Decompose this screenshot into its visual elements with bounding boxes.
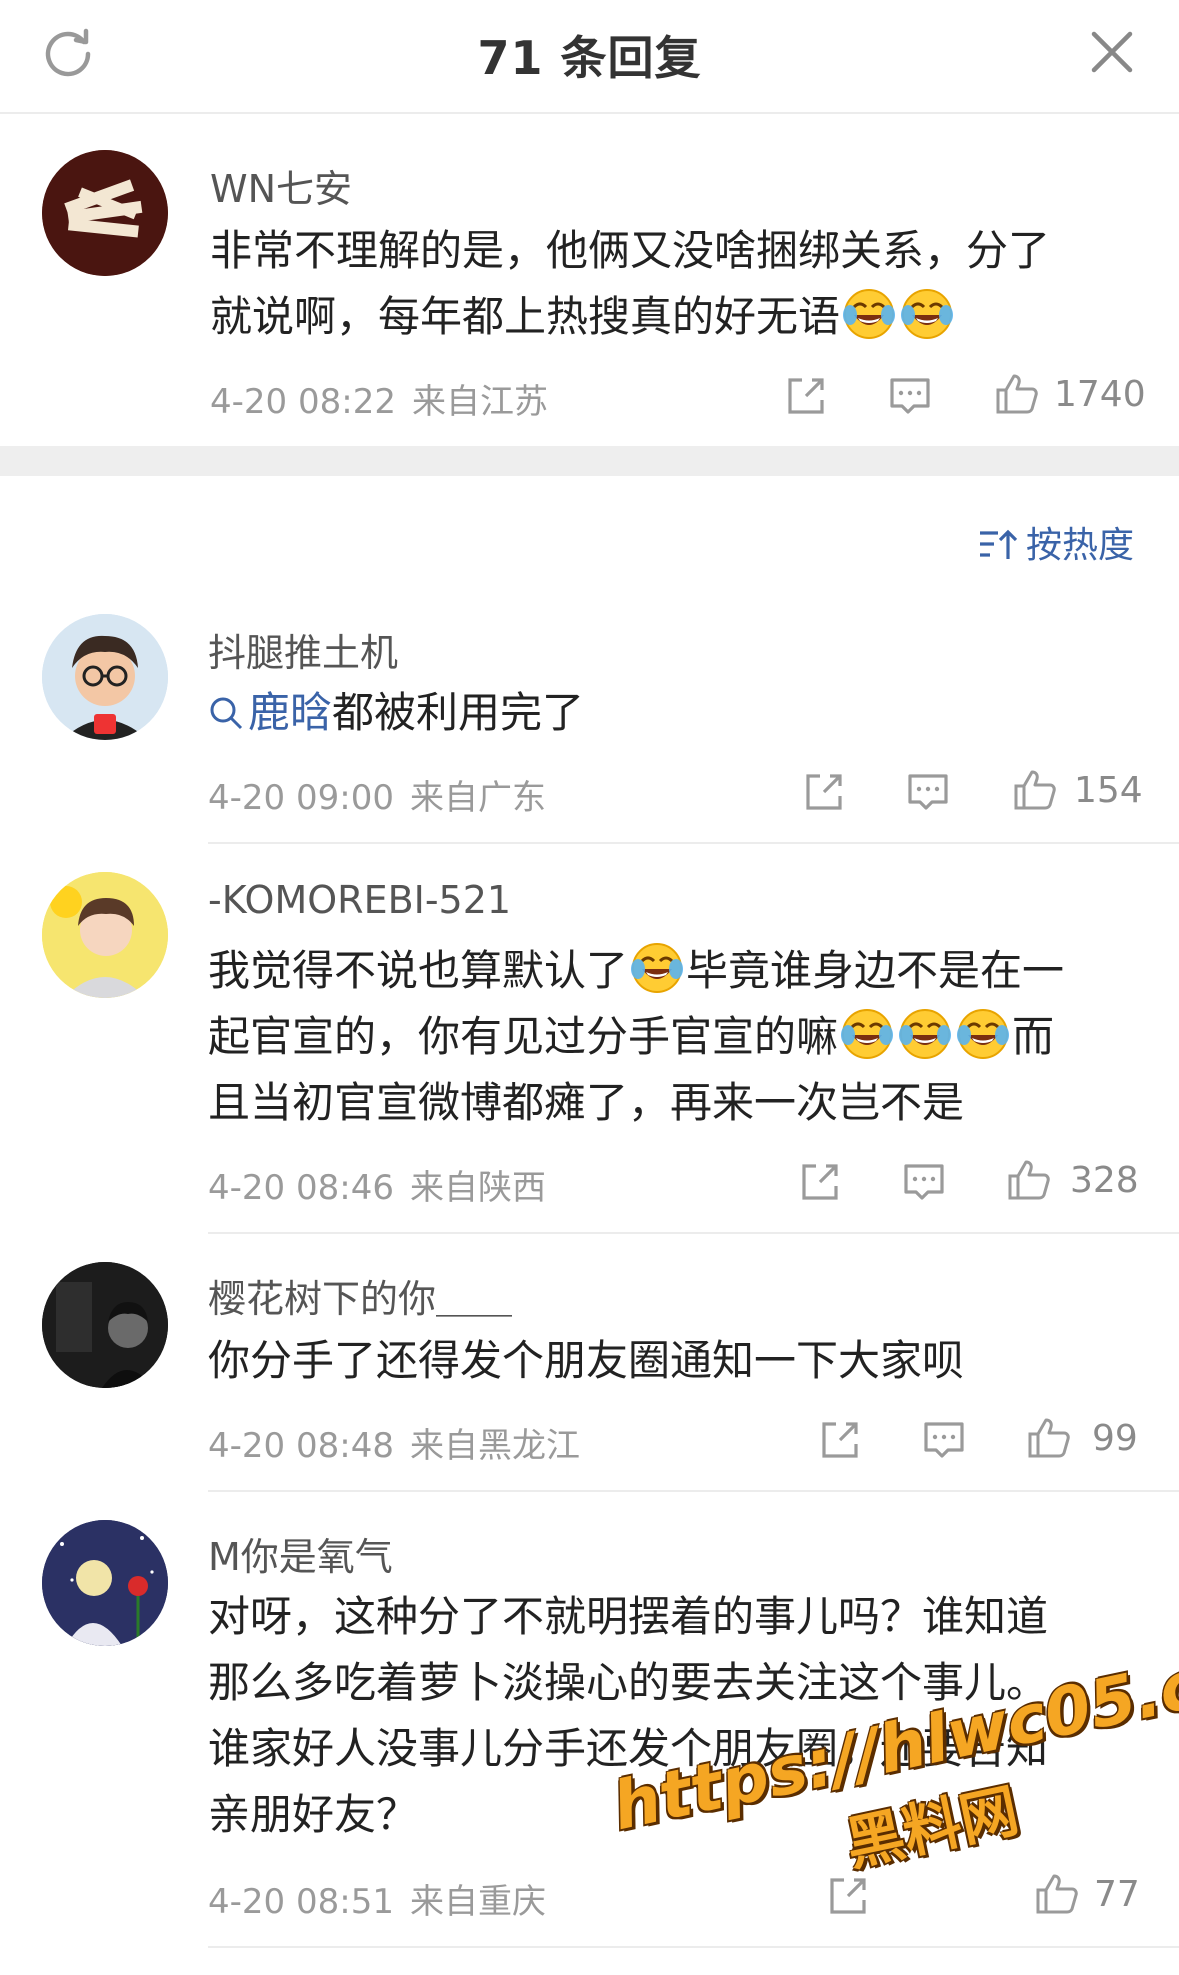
comment-line-text: 就说啊，每年都上热搜真的好无语 <box>210 292 841 341</box>
comment-text: 鹿晗都被利用完了 <box>208 680 584 746</box>
laugh-cry-emoji-icon <box>630 942 685 994</box>
comment-line-text: 毕竟谁身边不是在一 <box>686 946 1065 995</box>
laugh-cry-emoji-icon <box>900 288 955 340</box>
share-icon[interactable] <box>816 1416 864 1464</box>
close-icon[interactable] <box>1084 24 1140 80</box>
comment-location: 来自重庆 <box>409 1882 546 1922</box>
avatar[interactable] <box>42 1262 168 1388</box>
like-icon[interactable] <box>1004 1156 1052 1204</box>
comment-line: 亲朋好友？ <box>208 1790 419 1839</box>
search-icon <box>210 697 243 730</box>
divider <box>208 1946 1179 1948</box>
like-count: 328 <box>1070 1160 1139 1201</box>
comment-meta: 4-20 09:00 来自广东 <box>208 770 546 819</box>
laugh-cry-emoji-icon <box>898 1008 953 1060</box>
share-icon[interactable] <box>796 1158 844 1206</box>
topic-link[interactable]: 鹿晗 <box>248 688 332 737</box>
comment-line-text: 起官宣的，你有见过分手官宣的嘛 <box>208 1012 839 1061</box>
top-bar: 71 条回复 <box>0 0 1179 114</box>
divider <box>208 842 1179 844</box>
share-icon[interactable] <box>782 372 830 420</box>
comment-author[interactable]: 抖腿推土机 <box>208 622 398 677</box>
like-count: 154 <box>1074 770 1143 811</box>
comment-line: 谁家好人没事儿分手还发个朋友圈。还要告知 <box>208 1724 1049 1773</box>
sort-button[interactable]: 按热度 <box>978 516 1134 568</box>
like-count: 1740 <box>1054 374 1146 415</box>
comment-meta: 4-20 08:48 来自黑龙江 <box>208 1418 580 1467</box>
comment-line-text: 都被利用完了 <box>332 688 585 737</box>
comment-text: 我觉得不说也算默认了 毕竟谁身边不是在一 起官宣的，你有见过分手官宣的嘛 而 且当初… <box>208 938 1064 1136</box>
comment-icon[interactable] <box>886 372 934 420</box>
laugh-cry-emoji-icon <box>840 1008 895 1060</box>
avatar[interactable] <box>42 1520 168 1646</box>
sort-label: 按热度 <box>1026 525 1135 566</box>
share-icon[interactable] <box>824 1872 872 1920</box>
comment-line: 起官宣的，你有见过分手官宣的嘛 而 <box>208 1004 1064 1070</box>
avatar[interactable] <box>42 150 168 276</box>
comment-line: 非常不理解的是，他俩又没啥捆绑关系，分了 <box>210 226 1051 275</box>
comment-author[interactable]: WN七安 <box>210 158 352 213</box>
comment-line-text: 而 <box>1012 1012 1055 1061</box>
comment-icon[interactable] <box>904 768 952 816</box>
avatar[interactable] <box>42 872 168 998</box>
comment-line: 鹿晗都被利用完了 <box>208 680 584 746</box>
comment-meta: 4-20 08:46 来自陕西 <box>208 1160 546 1209</box>
comment-time: 4-20 08:22 <box>210 382 396 422</box>
comment-line-2: 就说啊，每年都上热搜真的好无语 <box>210 284 1050 350</box>
comment-icon[interactable] <box>900 1158 948 1206</box>
section-separator <box>0 446 1179 476</box>
like-count: 77 <box>1094 1874 1140 1915</box>
comment-location: 来自黑龙江 <box>409 1426 580 1466</box>
comment-author[interactable]: M你是氧气 <box>208 1526 393 1581</box>
comment-line: 你分手了还得发个朋友圈通知一下大家呗 <box>208 1336 965 1385</box>
comment-time: 4-20 08:46 <box>208 1168 394 1208</box>
like-icon[interactable] <box>1010 766 1058 814</box>
sort-icon <box>980 529 1018 559</box>
comment-meta: 4-20 08:51 来自重庆 <box>208 1874 546 1923</box>
comment-time: 4-20 08:48 <box>208 1426 394 1466</box>
divider <box>208 1490 1179 1492</box>
comment-location: 来自陕西 <box>409 1168 546 1208</box>
divider <box>208 1232 1179 1234</box>
like-count: 99 <box>1092 1418 1138 1459</box>
comment-line-text: 我觉得不说也算默认了 <box>208 946 629 995</box>
comment-line: 且当初官宣微博都瘫了，再来一次岂不是 <box>208 1078 965 1127</box>
share-icon[interactable] <box>800 768 848 816</box>
like-icon[interactable] <box>1024 1414 1072 1462</box>
page-title: 71 条回复 <box>477 31 702 85</box>
comment-text: 对呀，这种分了不就明摆着的事儿吗？谁知道 那么多吃着萝卜淡操心的要去关注这个事儿… <box>208 1584 1048 1848</box>
avatar[interactable] <box>42 614 168 740</box>
comment-time: 4-20 08:51 <box>208 1882 394 1922</box>
like-icon[interactable] <box>1032 1870 1080 1918</box>
comment-line: 那么多吃着萝卜淡操心的要去关注这个事儿。 <box>208 1658 1049 1707</box>
comment-meta: 4-20 08:22 来自江苏 <box>210 374 548 423</box>
comment-text: 非常不理解的是，他俩又没啥捆绑关系，分了 就说啊，每年都上热搜真的好无语 <box>210 218 1050 350</box>
comment-icon[interactable] <box>920 1416 968 1464</box>
comment-time: 4-20 09:00 <box>208 778 394 818</box>
comment-location: 来自江苏 <box>411 382 548 422</box>
comment-author[interactable]: 樱花树下的你＿＿ <box>208 1268 512 1323</box>
like-icon[interactable] <box>992 370 1040 418</box>
comment-location: 来自广东 <box>409 778 546 818</box>
laugh-cry-emoji-icon <box>842 288 897 340</box>
comment-text: 你分手了还得发个朋友圈通知一下大家呗 <box>208 1328 964 1394</box>
comment-line: 我觉得不说也算默认了 毕竟谁身边不是在一 <box>208 938 1064 1004</box>
comment-line: 对呀，这种分了不就明摆着的事儿吗？谁知道 <box>208 1592 1049 1641</box>
laugh-cry-emoji-icon <box>956 1008 1011 1060</box>
comment-author[interactable]: -KOMOREBI-521 <box>208 878 511 922</box>
